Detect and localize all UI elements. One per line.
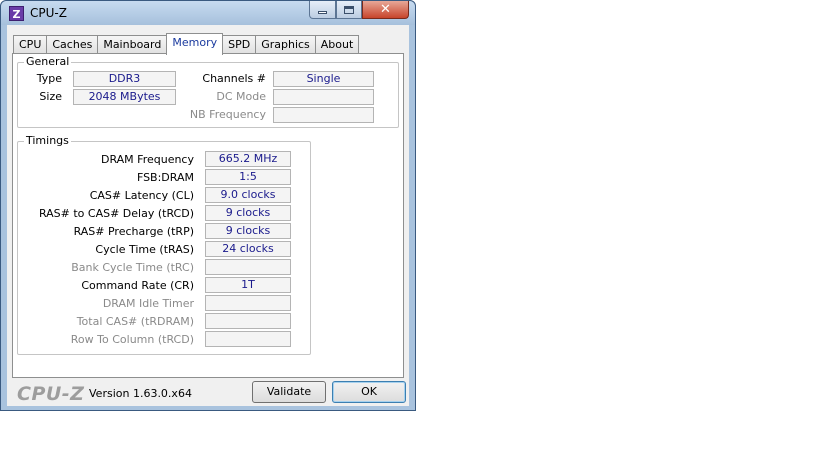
timing-label: RAS# to CAS# Delay (tRCD) (38, 207, 194, 220)
timing-label: Bank Cycle Time (tRC) (71, 261, 194, 274)
timing-label: DRAM Frequency (100, 153, 194, 166)
tab-about[interactable]: About (314, 35, 360, 54)
tab-graphics[interactable]: Graphics (255, 35, 316, 54)
channels-value: Single (273, 71, 374, 87)
size-label: Size (39, 90, 62, 103)
timing-value: 9.0 clocks (205, 187, 291, 203)
maximize-button[interactable] (336, 1, 362, 19)
tab-caches[interactable]: Caches (46, 35, 99, 54)
ok-button[interactable]: OK (332, 381, 406, 403)
tab-memory[interactable]: Memory (166, 33, 224, 55)
timing-label: Command Rate (CR) (81, 279, 194, 292)
timing-value (205, 295, 291, 311)
title-bar[interactable]: Z CPU-Z ✕ (1, 1, 415, 25)
tab-spd[interactable]: SPD (222, 35, 257, 54)
timing-value: 9 clocks (205, 223, 291, 239)
timing-value (205, 259, 291, 275)
timings-group-title: Timings (24, 134, 71, 147)
nb-frequency-label: NB Frequency (189, 108, 266, 121)
tab-cpu[interactable]: CPU (13, 35, 48, 54)
window-title: CPU-Z (30, 6, 67, 20)
version-text: Version 1.63.0.x64 (89, 387, 192, 400)
nb-frequency-value (273, 107, 374, 123)
cpuz-window: Z CPU-Z ✕ CPU Caches Mainboard Memory SP… (0, 0, 416, 411)
general-group-title: General (24, 55, 72, 68)
timing-value: 1T (205, 277, 291, 293)
channels-label: Channels # (202, 72, 266, 85)
type-value: DDR3 (73, 71, 176, 87)
timing-value: 9 clocks (205, 205, 291, 221)
cpuz-logo: CPU-Z (17, 383, 85, 405)
timing-value: 665.2 MHz (205, 151, 291, 167)
timings-group: Timings DRAM Frequency 665.2 MHz FSB:DRA… (17, 134, 311, 355)
timing-value: 1:5 (205, 169, 291, 185)
dc-mode-value (273, 89, 374, 105)
general-group: General Type DDR3 Size 2048 MBytes Chann… (17, 55, 399, 128)
cpuz-app-icon: Z (9, 6, 24, 21)
size-value: 2048 MBytes (73, 89, 176, 105)
type-label: Type (36, 72, 62, 85)
tab-bar: CPU Caches Mainboard Memory SPD Graphics… (13, 33, 360, 55)
dc-mode-label: DC Mode (216, 90, 266, 103)
close-icon: ✕ (380, 2, 391, 17)
timing-label: Cycle Time (tRAS) (95, 243, 194, 256)
maximize-icon (344, 5, 354, 14)
timing-label: Row To Column (tRCD) (70, 333, 194, 346)
tab-mainboard[interactable]: Mainboard (97, 35, 168, 54)
timing-label: Total CAS# (tRDRAM) (76, 315, 194, 328)
timing-value (205, 331, 291, 347)
timing-value: 24 clocks (205, 241, 291, 257)
timing-value (205, 313, 291, 329)
timing-label: RAS# Precharge (tRP) (73, 225, 194, 238)
client-area: CPU Caches Mainboard Memory SPD Graphics… (7, 25, 409, 406)
timing-label: FSB:DRAM (136, 171, 194, 184)
timing-label: CAS# Latency (CL) (89, 189, 194, 202)
minimize-button[interactable] (309, 1, 336, 19)
close-button[interactable]: ✕ (362, 1, 409, 19)
validate-button[interactable]: Validate (252, 381, 326, 403)
memory-panel: General Type DDR3 Size 2048 MBytes Chann… (12, 53, 404, 378)
timing-label: DRAM Idle Timer (102, 297, 194, 310)
minimize-icon (318, 11, 327, 14)
